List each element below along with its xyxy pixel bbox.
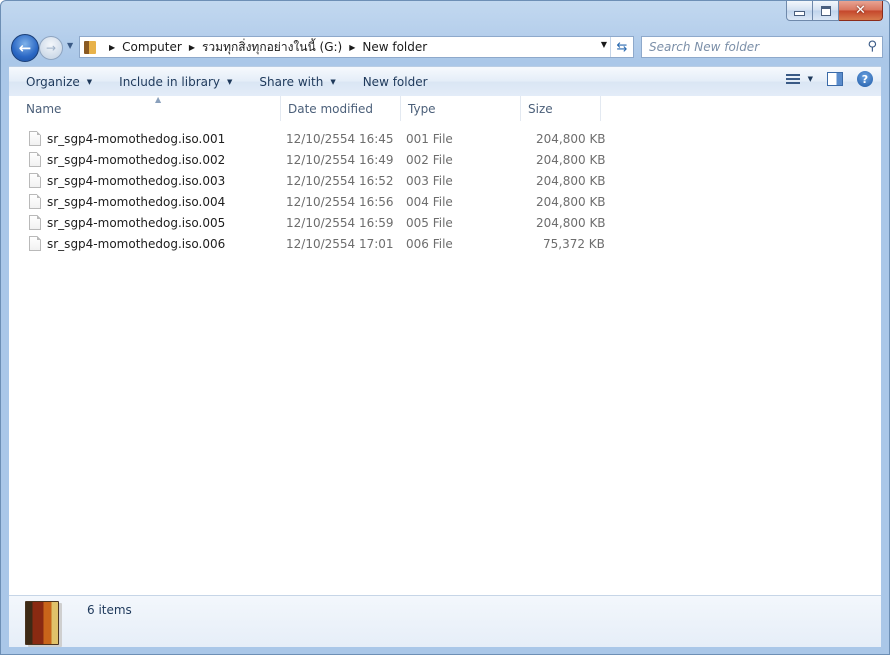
size-cell: 204,800 KB — [536, 216, 606, 230]
file-icon — [29, 236, 41, 251]
date-modified-cell: 12/10/2554 16:59 — [286, 216, 394, 230]
maximize-icon — [820, 5, 831, 16]
date-modified-cell: 12/10/2554 16:45 — [286, 132, 394, 146]
size-cell: 204,800 KB — [536, 132, 606, 146]
include-in-library-label: Include in library — [119, 74, 221, 89]
chevron-down-icon: ▼ — [807, 75, 813, 83]
minimize-button[interactable] — [786, 1, 813, 21]
table-row[interactable]: sr_sgp4-momothedog.iso.003 12/10/2554 16… — [9, 170, 881, 191]
folder-thumbnail-icon — [25, 601, 59, 645]
address-bar[interactable]: ▶ Computer ▶ รวมทุกสิ่งทุกอย่างในนี้ (G:… — [79, 36, 634, 58]
table-row[interactable]: sr_sgp4-momothedog.iso.006 12/10/2554 17… — [9, 233, 881, 254]
close-icon: ✕ — [855, 3, 866, 18]
file-name-cell[interactable]: sr_sgp4-momothedog.iso.002 — [29, 152, 225, 167]
table-row[interactable]: sr_sgp4-momothedog.iso.002 12/10/2554 16… — [9, 149, 881, 170]
refresh-icon: ⇆ — [616, 39, 628, 55]
type-cell: 001 File — [406, 132, 453, 146]
date-modified-cell: 12/10/2554 16:49 — [286, 153, 394, 167]
details-pane: 6 items — [9, 595, 881, 647]
new-folder-button[interactable]: New folder — [346, 75, 438, 89]
file-name-cell[interactable]: sr_sgp4-momothedog.iso.005 — [29, 215, 225, 230]
column-header-name[interactable]: Name ▲ — [18, 95, 281, 121]
file-name-cell[interactable]: sr_sgp4-momothedog.iso.004 — [29, 194, 225, 209]
file-icon — [29, 194, 41, 209]
details-view-icon — [785, 74, 800, 84]
address-dropdown-icon[interactable]: ▼ — [601, 40, 607, 49]
include-in-library-button[interactable]: Include in library ▼ — [102, 75, 242, 89]
search-box[interactable]: Search New folder ⚲ — [641, 36, 883, 58]
file-name-cell[interactable]: sr_sgp4-momothedog.iso.003 — [29, 173, 225, 188]
breadcrumb-drive[interactable]: รวมทุกสิ่งทุกอย่างในนี้ (G:) — [202, 38, 342, 57]
breadcrumb-computer[interactable]: Computer — [122, 40, 182, 54]
forward-arrow-icon: → — [45, 41, 57, 55]
forward-button[interactable]: → — [39, 36, 63, 60]
size-cell: 75,372 KB — [543, 237, 605, 251]
organize-label: Organize — [26, 74, 80, 89]
search-icon[interactable]: ⚲ — [867, 39, 877, 54]
column-header-date-modified[interactable]: Date modified — [280, 96, 401, 121]
back-arrow-icon: ← — [18, 39, 32, 57]
type-cell: 006 File — [406, 237, 453, 251]
help-icon[interactable]: ? — [857, 71, 873, 87]
share-with-label: Share with — [259, 74, 324, 89]
breadcrumb: ▶ Computer ▶ รวมทุกสิ่งทุกอย่างในนี้ (G:… — [102, 38, 427, 57]
caption-buttons: ✕ — [786, 1, 883, 21]
recent-pages-dropdown-icon[interactable]: ▼ — [67, 41, 73, 50]
preview-pane-icon[interactable] — [827, 72, 843, 86]
size-cell: 204,800 KB — [536, 195, 606, 209]
minimize-icon — [794, 10, 805, 16]
folder-icon — [84, 40, 96, 54]
type-cell: 005 File — [406, 216, 453, 230]
size-cell: 204,800 KB — [536, 153, 606, 167]
chevron-down-icon: ▼ — [86, 77, 93, 86]
file-name-cell[interactable]: sr_sgp4-momothedog.iso.001 — [29, 131, 225, 146]
date-modified-cell: 12/10/2554 16:52 — [286, 174, 394, 188]
file-icon — [29, 131, 41, 146]
type-cell: 004 File — [406, 195, 453, 209]
date-modified-cell: 12/10/2554 17:01 — [286, 237, 394, 251]
sort-ascending-icon: ▲ — [155, 95, 162, 104]
table-row[interactable]: sr_sgp4-momothedog.iso.004 12/10/2554 16… — [9, 191, 881, 212]
change-view-button[interactable]: ▼ — [785, 74, 813, 84]
explorer-window: ✕ ← → ▼ ▶ Computer ▶ รวมทุกสิ่งทุกอย่างใ… — [0, 0, 890, 655]
navigation-bar: ← → ▼ ▶ Computer ▶ รวมทุกสิ่งทุกอย่างในน… — [9, 34, 883, 62]
share-with-button[interactable]: Share with ▼ — [242, 75, 345, 89]
chevron-down-icon: ▼ — [227, 77, 233, 86]
close-button[interactable]: ✕ — [839, 1, 883, 21]
column-header-type[interactable]: Type — [400, 96, 521, 121]
organize-button[interactable]: Organize ▼ — [9, 75, 102, 89]
table-row[interactable]: sr_sgp4-momothedog.iso.005 12/10/2554 16… — [9, 212, 881, 233]
command-bar: Organize ▼ Include in library ▼ Share wi… — [9, 66, 881, 97]
refresh-button[interactable]: ⇆ — [610, 37, 633, 57]
chevron-down-icon: ▼ — [330, 77, 336, 86]
chevron-right-icon[interactable]: ▶ — [109, 43, 115, 52]
type-cell: 003 File — [406, 174, 453, 188]
file-rows: sr_sgp4-momothedog.iso.001 12/10/2554 16… — [9, 128, 881, 254]
size-cell: 204,800 KB — [536, 174, 606, 188]
file-name-cell[interactable]: sr_sgp4-momothedog.iso.006 — [29, 236, 225, 251]
file-list: Name ▲ Date modified Type Size sr_sgp4-m… — [9, 95, 881, 595]
maximize-button[interactable] — [813, 1, 839, 21]
column-header-size[interactable]: Size — [520, 96, 601, 121]
search-input[interactable]: Search New folder — [649, 40, 759, 54]
breadcrumb-folder[interactable]: New folder — [362, 40, 427, 54]
chevron-right-icon[interactable]: ▶ — [189, 43, 195, 52]
file-icon — [29, 215, 41, 230]
item-count: 6 items — [87, 603, 132, 617]
file-icon — [29, 173, 41, 188]
chevron-right-icon[interactable]: ▶ — [349, 43, 355, 52]
new-folder-label: New folder — [362, 74, 428, 89]
file-icon — [29, 152, 41, 167]
date-modified-cell: 12/10/2554 16:56 — [286, 195, 394, 209]
type-cell: 002 File — [406, 153, 453, 167]
back-button[interactable]: ← — [11, 34, 39, 62]
column-headers: Name ▲ Date modified Type Size — [9, 95, 881, 121]
table-row[interactable]: sr_sgp4-momothedog.iso.001 12/10/2554 16… — [9, 128, 881, 149]
